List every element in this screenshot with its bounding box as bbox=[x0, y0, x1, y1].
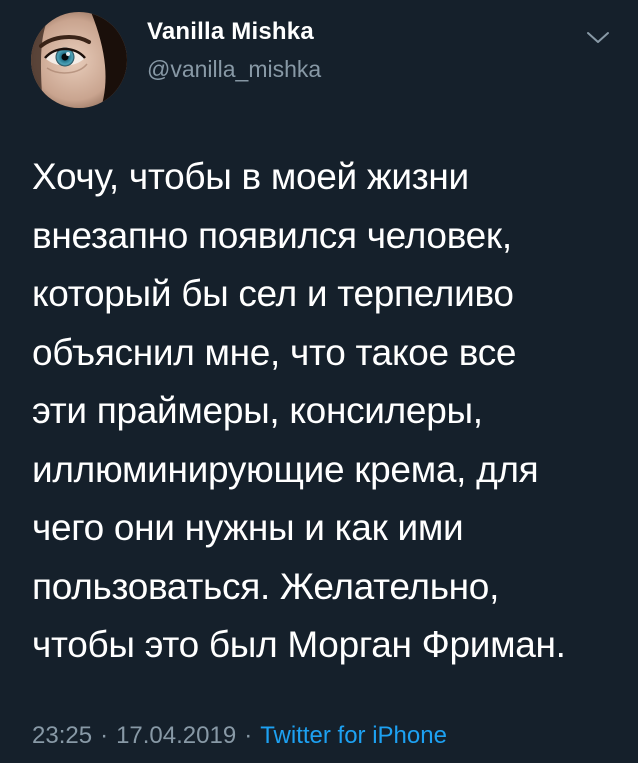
tweet-meta: 23:25 · 17.04.2019 · Twitter for iPhone bbox=[32, 722, 447, 750]
tweet-text-line: внезапно появился человек, bbox=[32, 214, 512, 256]
tweet-date[interactable]: 17.04.2019 bbox=[116, 722, 236, 749]
chevron-down-icon[interactable] bbox=[584, 28, 612, 48]
meta-separator: · bbox=[100, 722, 109, 749]
tweet: Vanilla Mishka @vanilla_mishka Хочу, что… bbox=[0, 0, 638, 763]
avatar[interactable] bbox=[31, 12, 127, 108]
tweet-text-line: чего они нужны и как ими bbox=[32, 507, 464, 548]
meta-separator: · bbox=[244, 722, 253, 749]
tweet-text-line: пользоваться. Желательно, bbox=[32, 565, 500, 607]
tweet-text-line: объяснил мне, что такое все bbox=[32, 331, 517, 373]
tweet-time[interactable]: 23:25 bbox=[32, 722, 92, 749]
author-name[interactable]: Vanilla Mishka bbox=[147, 18, 314, 46]
tweet-text-line: иллюминирующие крема, для bbox=[32, 448, 539, 490]
tweet-text-line: эти праймеры, консилеры, bbox=[32, 390, 483, 431]
tweet-text-line: чтобы это был Морган Фриман. bbox=[32, 624, 566, 665]
tweet-text: Хочу, чтобы в моей жизни внезапно появил… bbox=[32, 148, 628, 675]
tweet-text-line: Хочу, чтобы в моей жизни bbox=[32, 156, 469, 197]
tweet-source-link[interactable]: Twitter for iPhone bbox=[260, 722, 447, 749]
avatar-image bbox=[31, 12, 127, 108]
tweet-text-line: который бы сел и терпеливо bbox=[32, 273, 514, 314]
author-handle[interactable]: @vanilla_mishka bbox=[147, 56, 321, 83]
